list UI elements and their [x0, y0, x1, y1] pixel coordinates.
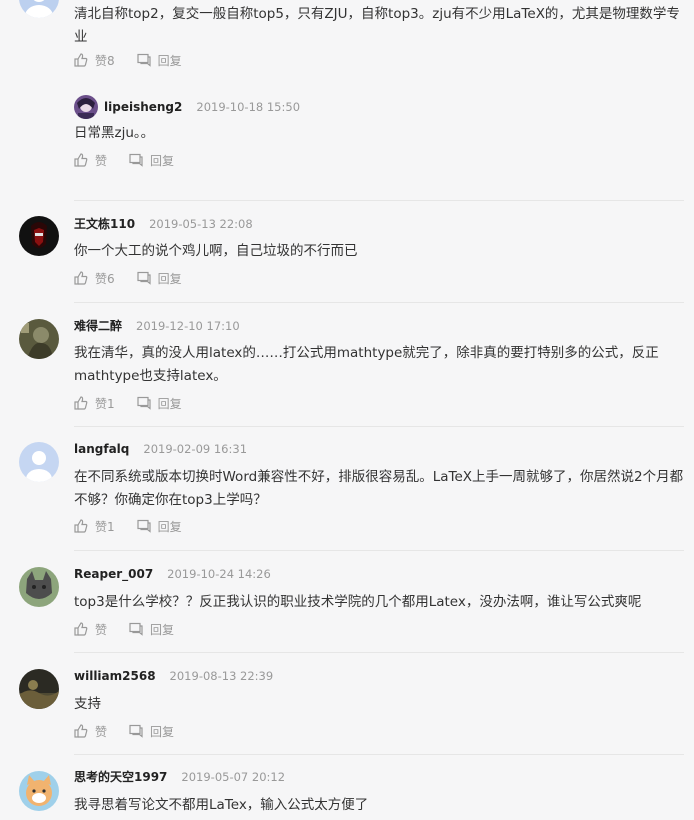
- thumbs-up-icon: [74, 519, 88, 533]
- comment-text: 清北自称top2，复交一般自称top5，只有ZJU，自称top3。zju有不少用…: [74, 6, 680, 45]
- like-count: 赞1: [95, 519, 115, 534]
- comment-icon: [129, 724, 143, 738]
- comment-text: 我在清华，真的没人用latex的……打公式用mathtype就完了，除非真的要打…: [74, 345, 659, 384]
- reply-button[interactable]: 回复: [129, 621, 174, 638]
- timestamp: 2019-02-09 16:31: [143, 442, 248, 456]
- reply-text: 日常黑zju。。: [74, 125, 155, 141]
- reply-label: 回复: [150, 153, 175, 168]
- username[interactable]: william2568: [74, 669, 156, 683]
- comment-text: 支持: [74, 696, 101, 712]
- thumbs-up-icon: [74, 724, 88, 738]
- username[interactable]: Reaper_007: [74, 567, 153, 581]
- divider: [74, 426, 684, 427]
- thumbs-up-icon: [74, 153, 88, 167]
- like-button[interactable]: 赞: [74, 621, 107, 638]
- reply-button[interactable]: 回复: [137, 270, 182, 287]
- comment-icon: [137, 53, 151, 67]
- comment-icon: [129, 153, 143, 167]
- like-count: 赞1: [95, 396, 115, 411]
- divider: [74, 302, 684, 303]
- like-button[interactable]: 赞8: [74, 52, 115, 69]
- comment-text: top3是什么学校？？反正我认识的职业技术学院的几个都用Latex，没办法啊，谁…: [74, 594, 642, 610]
- user-avatar[interactable]: [19, 567, 59, 607]
- reply-timestamp: 2019-10-18 15:50: [196, 100, 301, 114]
- comment-icon: [137, 396, 151, 410]
- like-count: 赞6: [95, 271, 115, 286]
- reply-username[interactable]: lipeisheng2: [104, 100, 182, 114]
- thumbs-up-icon: [74, 271, 88, 285]
- comment-text: 我寻思着写论文不都用LaTex，输入公式太方便了: [74, 797, 369, 813]
- timestamp: 2019-08-13 22:39: [169, 669, 274, 683]
- comment-text: 在不同系统或版本切换时Word兼容性不好，排版很容易乱。LaTeX上手一周就够了…: [74, 469, 684, 508]
- timestamp: 2019-12-10 17:10: [136, 319, 240, 333]
- reply-avatar[interactable]: [74, 95, 98, 119]
- reply-label: 回复: [157, 519, 182, 534]
- comment-icon: [137, 271, 151, 285]
- like-count: 赞8: [95, 53, 115, 68]
- like-button[interactable]: 赞6: [74, 270, 115, 287]
- reply-label: 回复: [150, 724, 175, 739]
- comment-icon: [137, 519, 151, 533]
- timestamp: 2019-05-07 20:12: [181, 770, 286, 784]
- user-avatar[interactable]: [19, 669, 59, 709]
- thumbs-up-icon: [74, 396, 88, 410]
- user-avatar[interactable]: [19, 319, 59, 359]
- like-button[interactable]: 赞1: [74, 395, 115, 412]
- reply-button[interactable]: 回复: [129, 723, 174, 740]
- user-avatar[interactable]: [19, 216, 59, 256]
- reply-label: 回复: [157, 396, 182, 411]
- timestamp: 2019-10-24 14:26: [167, 567, 271, 581]
- comment-icon: [129, 622, 143, 636]
- thumbs-up-icon: [74, 622, 88, 636]
- divider: [74, 200, 684, 201]
- reply-button[interactable]: 回复: [137, 518, 182, 535]
- username[interactable]: 王文栋110: [74, 217, 135, 231]
- reply-button[interactable]: 回复: [137, 52, 182, 69]
- reply-button[interactable]: 回复: [129, 152, 174, 169]
- reply-button[interactable]: 回复: [137, 395, 182, 412]
- like-count: 赞: [95, 153, 108, 168]
- like-button[interactable]: 赞1: [74, 518, 115, 535]
- user-avatar[interactable]: [19, 442, 59, 482]
- divider: [74, 754, 684, 755]
- comment-feed: 清北自称top2，复交一般自称top5，只有ZJU，自称top3。zju有不少用…: [0, 0, 694, 820]
- user-avatar[interactable]: [19, 0, 59, 18]
- divider: [74, 652, 684, 653]
- like-button[interactable]: 赞: [74, 152, 107, 169]
- reply-label: 回复: [157, 271, 182, 286]
- reply-label: 回复: [150, 622, 175, 637]
- like-count: 赞: [95, 622, 108, 637]
- user-avatar[interactable]: [19, 771, 59, 811]
- timestamp: 2019-05-13 22:08: [149, 217, 253, 231]
- like-count: 赞: [95, 724, 108, 739]
- thumbs-up-icon: [74, 53, 88, 67]
- like-button[interactable]: 赞: [74, 723, 107, 740]
- username[interactable]: langfalq: [74, 442, 129, 456]
- reply-label: 回复: [157, 53, 182, 68]
- divider: [74, 550, 684, 551]
- username[interactable]: 思考的天空1997: [74, 770, 167, 784]
- username[interactable]: 难得二醉: [74, 319, 122, 333]
- comment-text: 你一个大工的说个鸡儿啊，自己垃圾的不行而已: [74, 243, 358, 259]
